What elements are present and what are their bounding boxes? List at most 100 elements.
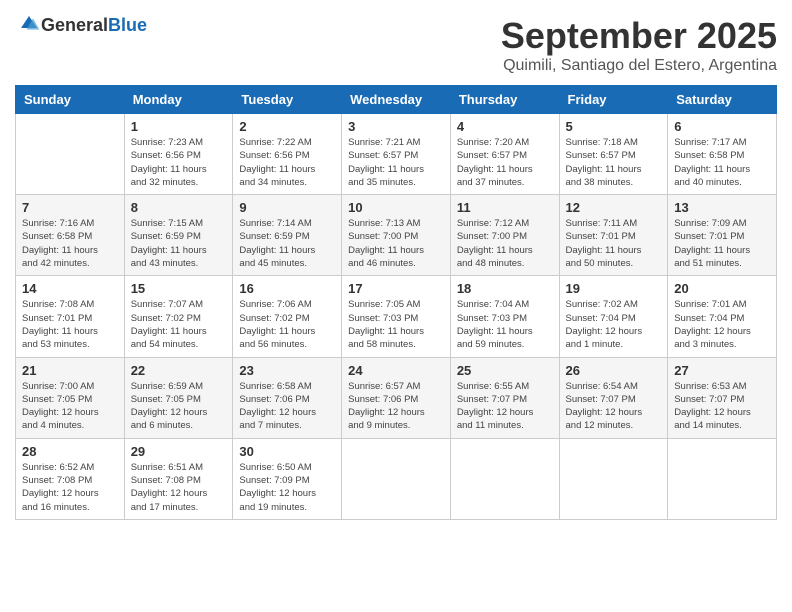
calendar-week-row: 21 Sunrise: 7:00 AM Sunset: 7:05 PM Dayli… [16, 357, 777, 438]
logo-blue: Blue [108, 15, 147, 35]
calendar-header-row: SundayMondayTuesdayWednesdayThursdayFrid… [16, 86, 777, 114]
calendar-cell [559, 438, 668, 519]
day-number: 6 [674, 119, 770, 134]
day-number: 12 [566, 200, 662, 215]
day-info: Sunrise: 7:22 AM Sunset: 6:56 PM Dayligh… [239, 136, 335, 189]
day-info: Sunrise: 6:52 AM Sunset: 7:08 PM Dayligh… [22, 461, 118, 514]
calendar-cell: 18 Sunrise: 7:04 AM Sunset: 7:03 PM Dayli… [450, 276, 559, 357]
calendar-cell: 24Sunrise: 6:57 AM Sunset: 7:06 PM Dayli… [342, 357, 451, 438]
calendar-day-header: Monday [124, 86, 233, 114]
calendar-day-header: Saturday [668, 86, 777, 114]
calendar-day-header: Wednesday [342, 86, 451, 114]
calendar-cell: 9 Sunrise: 7:14 AM Sunset: 6:59 PM Daylig… [233, 195, 342, 276]
calendar-cell: 29 Sunrise: 6:51 AM Sunset: 7:08 PM Dayli… [124, 438, 233, 519]
calendar-day-header: Sunday [16, 86, 125, 114]
calendar-cell: 28 Sunrise: 6:52 AM Sunset: 7:08 PM Dayli… [16, 438, 125, 519]
day-number: 28 [22, 444, 118, 459]
day-number: 26 [566, 363, 662, 378]
day-number: 16 [239, 281, 335, 296]
calendar-table: SundayMondayTuesdayWednesdayThursdayFrid… [15, 85, 777, 520]
day-info: Sunrise: 7:15 AM Sunset: 6:59 PM Dayligh… [131, 217, 227, 270]
calendar-cell: 27 Sunrise: 6:53 AM Sunset: 7:07 PM Dayli… [668, 357, 777, 438]
day-number: 30 [239, 444, 335, 459]
calendar-cell: 26Sunrise: 6:54 AM Sunset: 7:07 PM Dayli… [559, 357, 668, 438]
day-number: 8 [131, 200, 227, 215]
calendar-cell: 3Sunrise: 7:21 AM Sunset: 6:57 PM Daylig… [342, 114, 451, 195]
page-header: GeneralBlue September 2025 Quimili, Sant… [15, 15, 777, 75]
calendar-cell: 13Sunrise: 7:09 AM Sunset: 7:01 PM Dayli… [668, 195, 777, 276]
calendar-cell: 23 Sunrise: 6:58 AM Sunset: 7:06 PM Dayli… [233, 357, 342, 438]
day-info: Sunrise: 7:21 AM Sunset: 6:57 PM Dayligh… [348, 136, 444, 189]
day-number: 1 [131, 119, 227, 134]
calendar-cell: 15 Sunrise: 7:07 AM Sunset: 7:02 PM Dayli… [124, 276, 233, 357]
day-info: Sunrise: 7:08 AM Sunset: 7:01 PM Dayligh… [22, 298, 118, 351]
day-info: Sunrise: 7:23 AM Sunset: 6:56 PM Dayligh… [131, 136, 227, 189]
calendar-cell: 4Sunrise: 7:20 AM Sunset: 6:57 PM Daylig… [450, 114, 559, 195]
day-number: 13 [674, 200, 770, 215]
calendar-cell: 25 Sunrise: 6:55 AM Sunset: 7:07 PM Dayli… [450, 357, 559, 438]
location-subtitle: Quimili, Santiago del Estero, Argentina [501, 57, 777, 75]
calendar-cell [16, 114, 125, 195]
day-info: Sunrise: 7:06 AM Sunset: 7:02 PM Dayligh… [239, 298, 335, 351]
day-info: Sunrise: 7:00 AM Sunset: 7:05 PM Dayligh… [22, 380, 118, 433]
day-number: 5 [566, 119, 662, 134]
day-number: 25 [457, 363, 553, 378]
calendar-cell: 30 Sunrise: 6:50 AM Sunset: 7:09 PM Dayli… [233, 438, 342, 519]
day-number: 7 [22, 200, 118, 215]
calendar-week-row: 14 Sunrise: 7:08 AM Sunset: 7:01 PM Dayli… [16, 276, 777, 357]
calendar-cell: 5 Sunrise: 7:18 AM Sunset: 6:57 PM Daylig… [559, 114, 668, 195]
day-number: 29 [131, 444, 227, 459]
day-number: 14 [22, 281, 118, 296]
day-info: Sunrise: 6:59 AM Sunset: 7:05 PM Dayligh… [131, 380, 227, 433]
calendar-week-row: 1 Sunrise: 7:23 AM Sunset: 6:56 PM Daylig… [16, 114, 777, 195]
calendar-cell: 7 Sunrise: 7:16 AM Sunset: 6:58 PM Daylig… [16, 195, 125, 276]
calendar-cell [342, 438, 451, 519]
calendar-cell: 16 Sunrise: 7:06 AM Sunset: 7:02 PM Dayli… [233, 276, 342, 357]
calendar-day-header: Thursday [450, 86, 559, 114]
day-number: 20 [674, 281, 770, 296]
day-info: Sunrise: 7:01 AM Sunset: 7:04 PM Dayligh… [674, 298, 770, 351]
day-number: 19 [566, 281, 662, 296]
day-number: 9 [239, 200, 335, 215]
calendar-cell: 19Sunrise: 7:02 AM Sunset: 7:04 PM Dayli… [559, 276, 668, 357]
day-info: Sunrise: 7:04 AM Sunset: 7:03 PM Dayligh… [457, 298, 553, 351]
day-number: 15 [131, 281, 227, 296]
calendar-cell: 17Sunrise: 7:05 AM Sunset: 7:03 PM Dayli… [342, 276, 451, 357]
calendar-week-row: 28 Sunrise: 6:52 AM Sunset: 7:08 PM Dayli… [16, 438, 777, 519]
day-number: 2 [239, 119, 335, 134]
calendar-cell: 1 Sunrise: 7:23 AM Sunset: 6:56 PM Daylig… [124, 114, 233, 195]
day-info: Sunrise: 7:17 AM Sunset: 6:58 PM Dayligh… [674, 136, 770, 189]
day-info: Sunrise: 6:55 AM Sunset: 7:07 PM Dayligh… [457, 380, 553, 433]
calendar-cell: 8 Sunrise: 7:15 AM Sunset: 6:59 PM Daylig… [124, 195, 233, 276]
day-info: Sunrise: 6:58 AM Sunset: 7:06 PM Dayligh… [239, 380, 335, 433]
day-info: Sunrise: 6:50 AM Sunset: 7:09 PM Dayligh… [239, 461, 335, 514]
day-info: Sunrise: 7:16 AM Sunset: 6:58 PM Dayligh… [22, 217, 118, 270]
day-info: Sunrise: 7:12 AM Sunset: 7:00 PM Dayligh… [457, 217, 553, 270]
day-number: 21 [22, 363, 118, 378]
day-info: Sunrise: 7:14 AM Sunset: 6:59 PM Dayligh… [239, 217, 335, 270]
day-number: 4 [457, 119, 553, 134]
calendar-day-header: Tuesday [233, 86, 342, 114]
day-number: 18 [457, 281, 553, 296]
day-number: 17 [348, 281, 444, 296]
day-number: 27 [674, 363, 770, 378]
calendar-cell: 20 Sunrise: 7:01 AM Sunset: 7:04 PM Dayli… [668, 276, 777, 357]
day-info: Sunrise: 7:13 AM Sunset: 7:00 PM Dayligh… [348, 217, 444, 270]
calendar-week-row: 7 Sunrise: 7:16 AM Sunset: 6:58 PM Daylig… [16, 195, 777, 276]
month-title: September 2025 [501, 15, 777, 57]
calendar-cell [668, 438, 777, 519]
day-number: 23 [239, 363, 335, 378]
title-section: September 2025 Quimili, Santiago del Est… [501, 15, 777, 75]
day-info: Sunrise: 6:51 AM Sunset: 7:08 PM Dayligh… [131, 461, 227, 514]
day-info: Sunrise: 6:57 AM Sunset: 7:06 PM Dayligh… [348, 380, 444, 433]
calendar-cell: 6 Sunrise: 7:17 AM Sunset: 6:58 PM Daylig… [668, 114, 777, 195]
day-number: 10 [348, 200, 444, 215]
day-info: Sunrise: 7:07 AM Sunset: 7:02 PM Dayligh… [131, 298, 227, 351]
calendar-cell: 21 Sunrise: 7:00 AM Sunset: 7:05 PM Dayli… [16, 357, 125, 438]
day-number: 22 [131, 363, 227, 378]
logo-text: GeneralBlue [41, 15, 147, 36]
calendar-cell: 12Sunrise: 7:11 AM Sunset: 7:01 PM Dayli… [559, 195, 668, 276]
calendar-cell: 11Sunrise: 7:12 AM Sunset: 7:00 PM Dayli… [450, 195, 559, 276]
day-info: Sunrise: 7:18 AM Sunset: 6:57 PM Dayligh… [566, 136, 662, 189]
day-info: Sunrise: 6:53 AM Sunset: 7:07 PM Dayligh… [674, 380, 770, 433]
